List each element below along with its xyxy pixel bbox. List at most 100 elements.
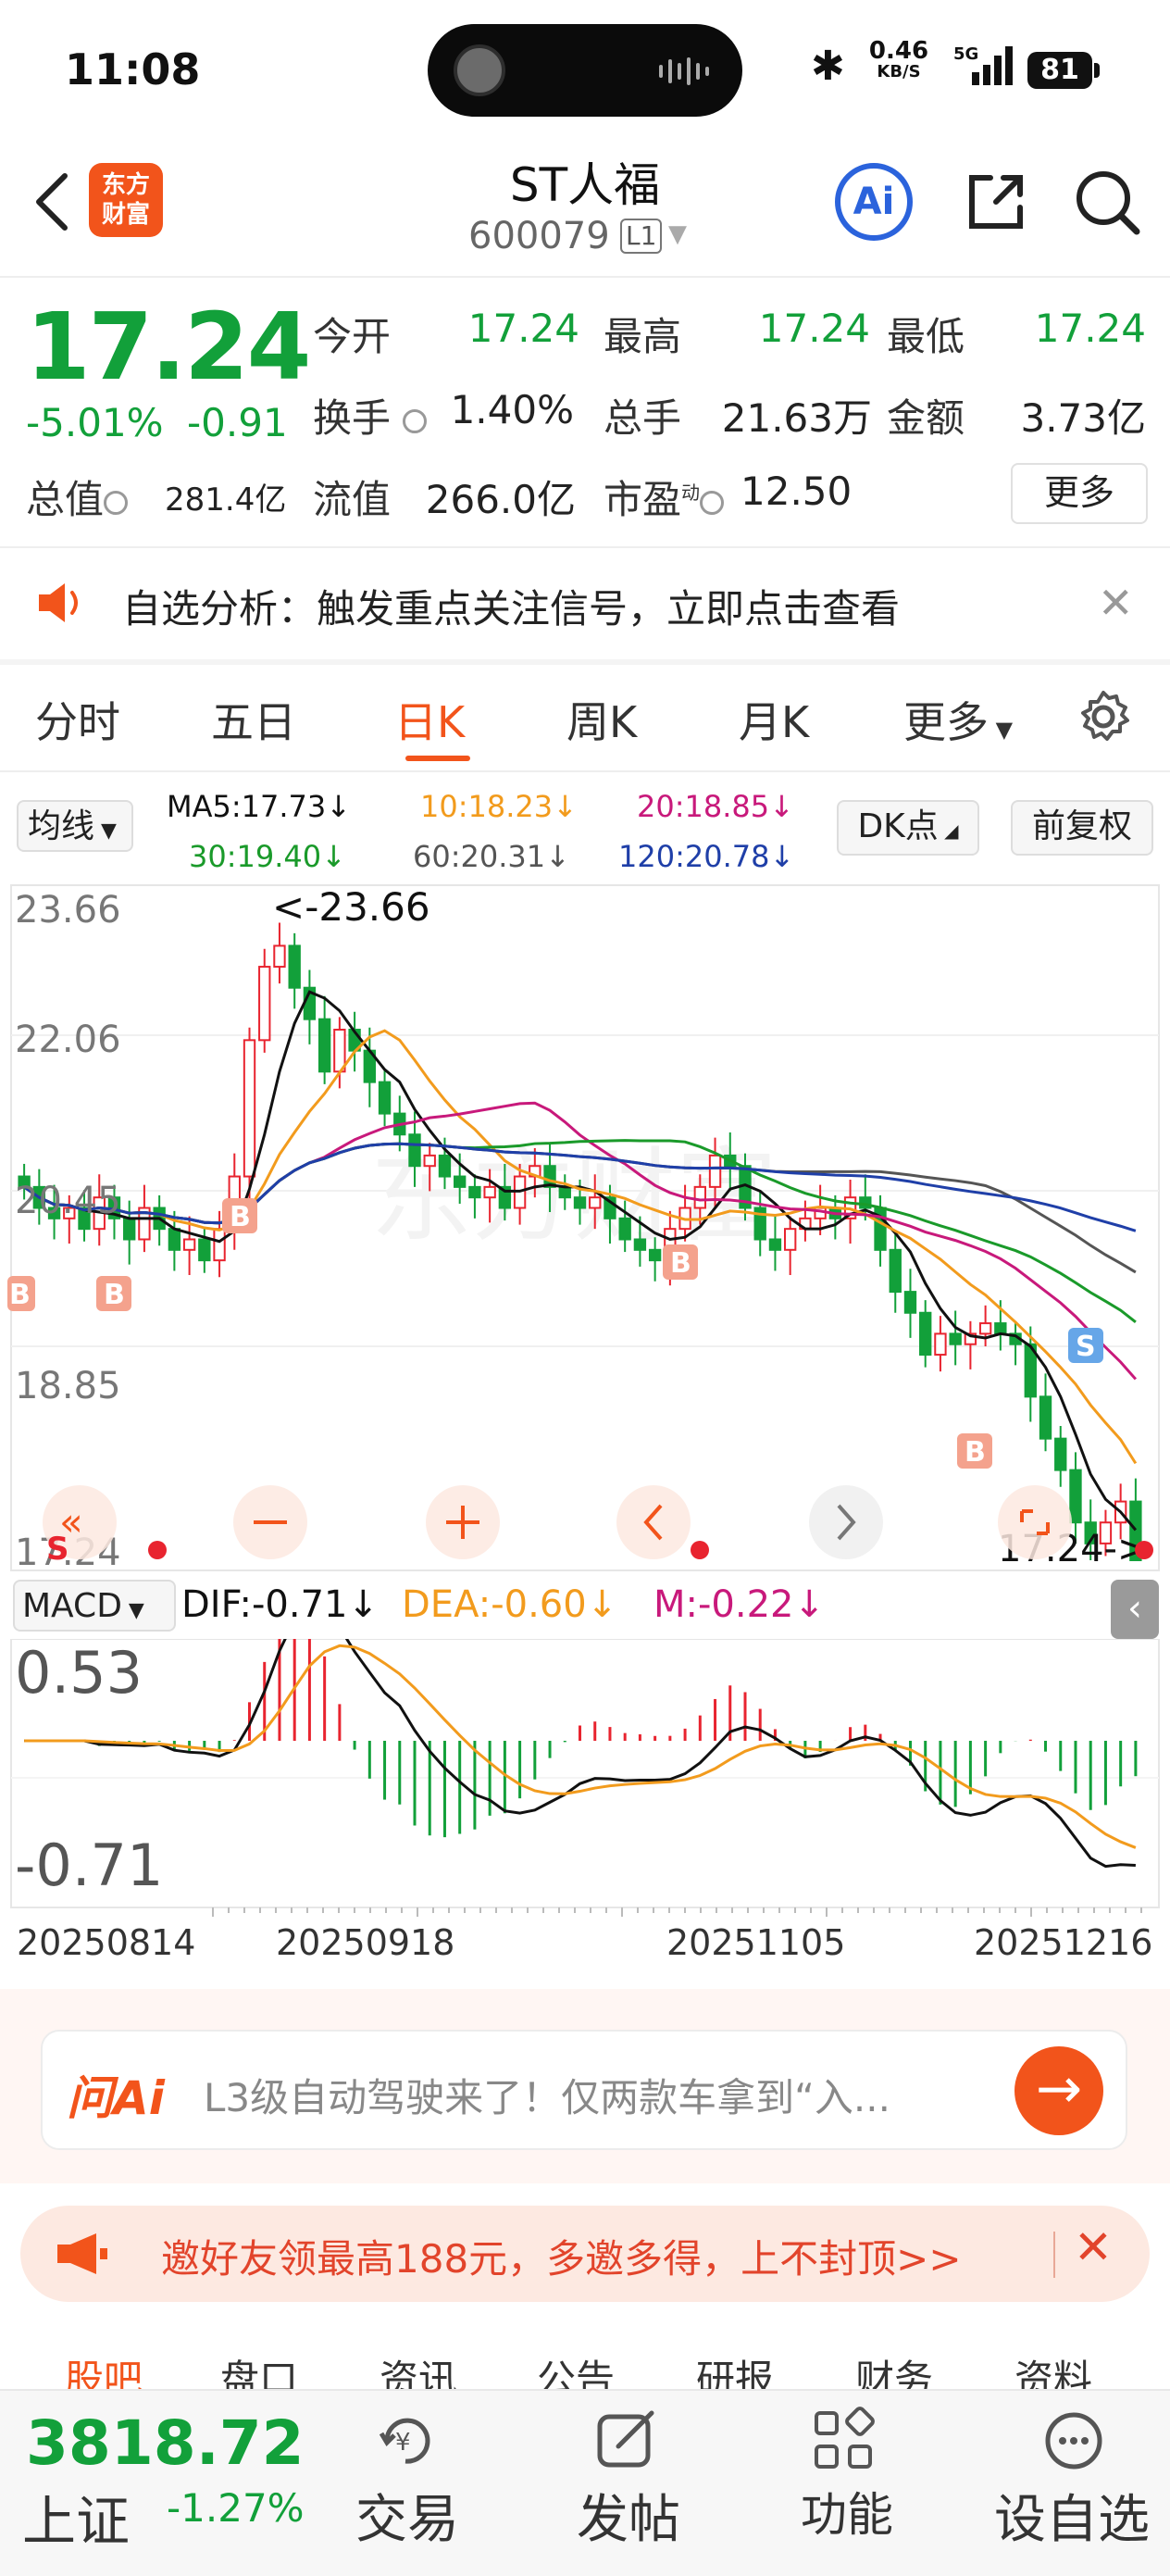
candle [213, 1228, 226, 1262]
macd-select[interactable]: MACD ▼ [13, 1580, 176, 1632]
collapse-panel-button[interactable]: ‹ [1111, 1580, 1159, 1639]
candle [423, 1154, 436, 1168]
tab-week-k[interactable]: 周K [566, 689, 637, 750]
y-label-3: 20.45 [15, 1180, 121, 1222]
open-value: 17.24 [467, 306, 579, 351]
candle [317, 1018, 331, 1073]
close-icon[interactable]: ✕ [1074, 2220, 1113, 2274]
signal-b[interactable]: B [104, 1279, 125, 1311]
macd-dea: DEA:-0.60↓ [402, 1583, 618, 1626]
app-logo: 东方 财富 [89, 163, 163, 237]
nav-post[interactable]: 发帖 [559, 2478, 698, 2553]
candle [693, 1185, 706, 1209]
ma60-value: 60:20.31↓ [413, 839, 570, 874]
y-label-top: 23.66 [15, 889, 121, 932]
volume-value: 21.63万 [721, 395, 872, 441]
pe-label: 市盈动 [604, 469, 725, 525]
ma-select[interactable]: 均线 ▼ [17, 800, 133, 852]
volume-label: 总手 [604, 395, 682, 441]
back-icon[interactable] [24, 165, 80, 239]
nav-add-watchlist[interactable]: 设自选 [979, 2478, 1164, 2553]
arrow-right-icon[interactable]: → [1014, 2046, 1103, 2135]
high-value: 17.24 [758, 306, 870, 351]
share-icon[interactable] [959, 165, 1033, 239]
ma10-value: 10:18.23↓ [420, 789, 578, 824]
close-icon[interactable]: ✕ [1098, 578, 1134, 628]
signal-s[interactable]: S [46, 1531, 69, 1568]
tab-five-day[interactable]: 五日 [211, 689, 296, 750]
open-label: 今开 [313, 314, 392, 359]
candle [1054, 1437, 1067, 1471]
candle [243, 1039, 256, 1178]
candle [994, 1322, 1007, 1335]
invite-divider [1053, 2232, 1055, 2278]
candle [168, 1228, 181, 1251]
apps-icon[interactable] [807, 2404, 881, 2478]
index-value[interactable]: 3818.72 [26, 2407, 305, 2479]
date-label: 20251105 [666, 1922, 846, 1963]
signal-s[interactable]: S [1076, 1331, 1096, 1363]
float-value: 266.0亿 [425, 477, 576, 522]
last-price: 17.24 [26, 293, 311, 401]
candle [468, 1185, 481, 1199]
trade-icon[interactable]: ¥ [368, 2404, 442, 2478]
stock-code[interactable]: 600079 [468, 215, 610, 257]
macd-m: M:-0.22↓ [653, 1583, 825, 1626]
candle [618, 1217, 631, 1241]
more-button[interactable]: 更多 [1011, 463, 1148, 524]
signal-b[interactable]: B [230, 1201, 251, 1233]
alert-divider [0, 659, 1170, 665]
nav-functions[interactable]: 功能 [778, 2478, 916, 2545]
low-label: 最低 [887, 314, 965, 359]
bluetooth-icon: ✱ [811, 43, 845, 90]
tab-more[interactable]: 更多 ▼ [903, 689, 1013, 750]
y-label-4: 18.85 [15, 1365, 121, 1407]
post-icon[interactable] [591, 2404, 665, 2478]
candle [378, 1081, 392, 1115]
header-divider [0, 276, 1170, 278]
low-value: 17.24 [1034, 306, 1146, 351]
candle [978, 1322, 992, 1335]
signal-b[interactable]: B [9, 1279, 31, 1311]
time-axis-ticks [212, 1907, 1142, 1917]
ai-button[interactable]: Ai [835, 163, 913, 241]
alert-text[interactable]: 自选分析：触发重点关注信号，立即点击查看 [122, 578, 900, 634]
search-icon[interactable] [1070, 165, 1144, 239]
candle [589, 1196, 602, 1209]
candle [783, 1228, 797, 1251]
kline-chart[interactable]: 东方财富 23.66 22.06 20.45 18.85 17.24 <-23.… [0, 880, 1170, 1574]
dk-button[interactable]: DK点 ◢ [837, 800, 979, 856]
adjust-button[interactable]: 前复权 [1011, 800, 1153, 856]
nav-trade[interactable]: 交易 [344, 2478, 470, 2553]
gear-icon[interactable] [1074, 687, 1133, 746]
index-name[interactable]: 上证 [22, 2478, 130, 2556]
date-label: 20251216 [974, 1922, 1153, 1963]
candle [1069, 1469, 1082, 1524]
candle [288, 944, 301, 989]
amount-label: 金额 [887, 395, 965, 441]
status-time: 11:08 [65, 44, 201, 94]
index-percent[interactable]: -1.27% [167, 2485, 305, 2531]
ai-banner-text[interactable]: L3级自动驾驶来了！仅两款车拿到“入... [204, 2067, 1000, 2123]
signal-b[interactable]: B [670, 1247, 691, 1280]
mktcap-label: 总值 [26, 469, 129, 525]
tab-minute[interactable]: 分时 [35, 689, 120, 750]
info-icon [403, 408, 428, 433]
more-dots-icon[interactable] [1037, 2404, 1111, 2478]
svg-text:5G: 5G [953, 44, 978, 64]
active-tab-indicator [405, 756, 470, 761]
tab-month-k[interactable]: 月K [739, 689, 809, 750]
amount-value: 3.73亿 [1020, 395, 1146, 441]
invite-text[interactable]: 邀好友领最高188元，多邀多得，上不封顶>> [161, 2228, 962, 2284]
float-label: 流值 [313, 477, 392, 522]
turnover-value: 1.40% [450, 387, 574, 432]
tab-day-k[interactable]: 日K [394, 689, 465, 750]
chevron-down-icon[interactable]: ▼ [668, 220, 687, 248]
ma30-value: 30:19.40↓ [189, 839, 346, 874]
y-label-2: 22.06 [15, 1019, 121, 1061]
candle [708, 1154, 722, 1188]
candle [633, 1238, 647, 1251]
mktcap-value: 281.4亿 [165, 481, 287, 519]
signal-b[interactable]: B [965, 1436, 986, 1469]
candle [273, 944, 286, 969]
